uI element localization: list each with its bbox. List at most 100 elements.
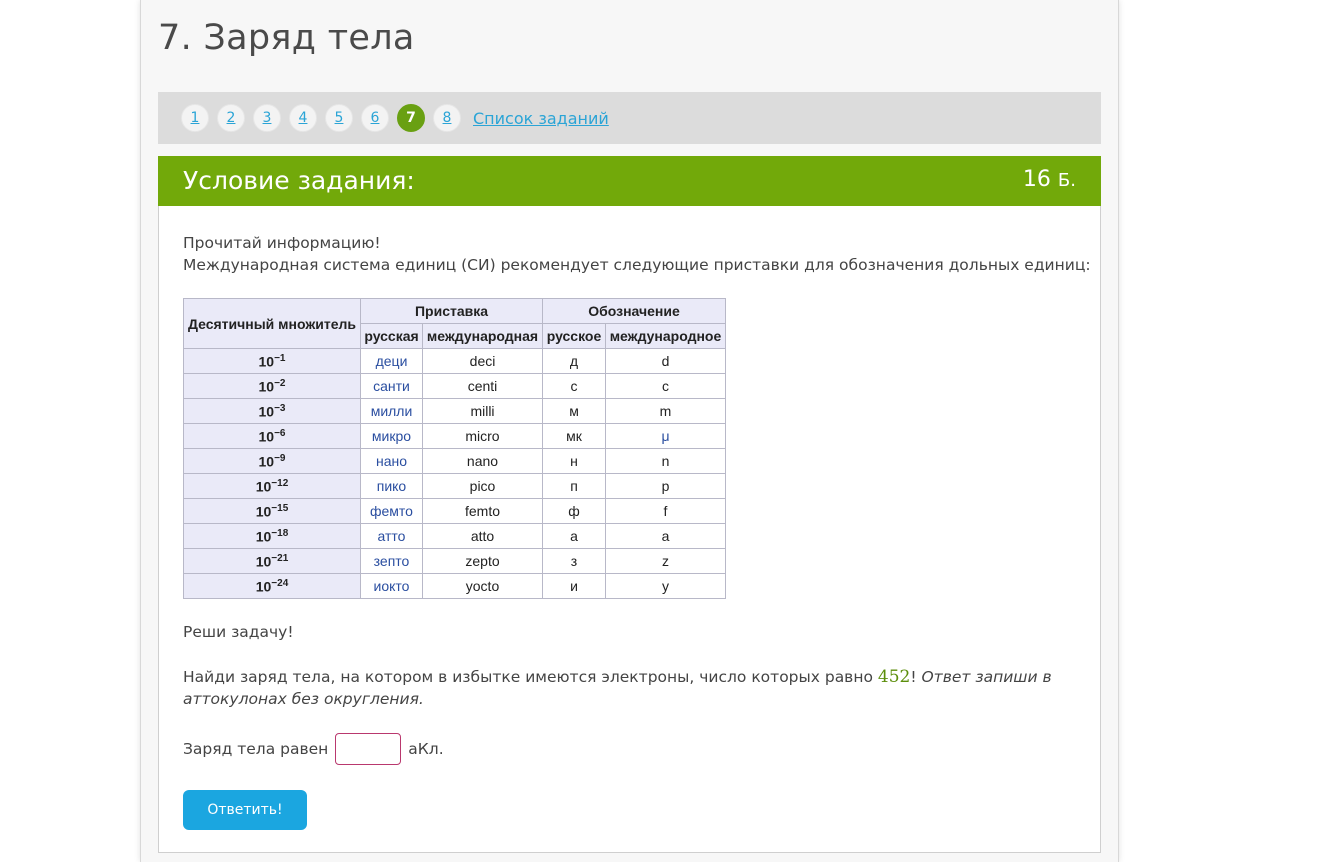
table-row: 10−1 деци deci д d (183, 348, 726, 374)
prefix-ru-cell[interactable]: милли (360, 398, 423, 424)
task-number-list: 1 2 3 4 5 6 7 8 Список заданий (181, 104, 609, 132)
multiplier-base: 10 (255, 528, 272, 545)
multiplier-cell: 10−15 (183, 498, 361, 524)
multiplier-exponent: −1 (274, 352, 286, 364)
prefix-int-cell: yocto (422, 573, 543, 599)
score-value: 16 (1022, 167, 1051, 192)
multiplier-cell: 10−12 (183, 473, 361, 499)
solve-label: Реши задачу! (183, 623, 294, 641)
score-unit: Б. (1057, 170, 1076, 191)
header-prefix: Приставка (360, 298, 543, 324)
symbol-int-cell: y (605, 573, 726, 599)
symbol-ru-cell: м (542, 398, 606, 424)
multiplier-exponent: −21 (271, 552, 289, 564)
multiplier-cell: 10−18 (183, 523, 361, 549)
table-row: 10−2 санти centi с c (183, 373, 726, 399)
prefix-ru-cell[interactable]: санти (360, 373, 423, 399)
prefix-int-cell: centi (422, 373, 543, 399)
table-row: 10−18 атто atto а a (183, 523, 726, 549)
multiplier-exponent: −24 (271, 577, 289, 589)
multiplier-cell: 10−24 (183, 573, 361, 599)
prefix-int-cell: pico (422, 473, 543, 499)
nav-task-8[interactable]: 8 (433, 104, 461, 132)
multiplier-base: 10 (255, 578, 272, 595)
multiplier-base: 10 (258, 403, 275, 420)
table-row: 10−3 милли milli м m (183, 398, 726, 424)
header-symbol: Обозначение (542, 298, 726, 324)
table-row: 10−9 нано nano н n (183, 448, 726, 474)
prefix-int-cell: deci (422, 348, 543, 374)
prefix-table-body: 10−1 деци deci д d 10−2 санти centi с c 10−3 милли m… (183, 348, 726, 599)
prefix-ru-cell[interactable]: пико (360, 473, 423, 499)
nav-task-2[interactable]: 2 (217, 104, 245, 132)
multiplier-exponent: −15 (271, 502, 289, 514)
symbol-int-cell: n (605, 448, 726, 474)
multiplier-base: 10 (255, 553, 272, 570)
header-prefix-ru: русская (360, 323, 423, 349)
prefix-ru-cell[interactable]: деци (360, 348, 423, 374)
symbol-ru-cell: а (542, 523, 606, 549)
task-list-link[interactable]: Список заданий (473, 109, 609, 128)
submit-button[interactable]: Ответить! (183, 790, 307, 830)
nav-task-1[interactable]: 1 (181, 104, 209, 132)
multiplier-base: 10 (258, 378, 275, 395)
task-card: Условие задания: 16 Б. Прочитай информац… (158, 156, 1101, 853)
task-navigation: 1 2 3 4 5 6 7 8 Список заданий (158, 92, 1101, 144)
prefix-ru-cell[interactable]: фемто (360, 498, 423, 524)
symbol-int-cell: p (605, 473, 726, 499)
symbol-ru-cell: н (542, 448, 606, 474)
table-row: 10−6 микро micro мк μ (183, 423, 726, 449)
multiplier-cell: 10−21 (183, 548, 361, 574)
multiplier-exponent: −9 (274, 452, 286, 464)
prefix-int-cell: atto (422, 523, 543, 549)
header-multiplier: Десятичный множитель (183, 298, 361, 349)
multiplier-cell: 10−1 (183, 348, 361, 374)
table-row: 10−12 пико pico п p (183, 473, 726, 499)
multiplier-exponent: −3 (274, 402, 286, 414)
table-row: 10−15 фемто femto ф f (183, 498, 726, 524)
prefix-ru-cell[interactable]: иокто (360, 573, 423, 599)
symbol-int-cell: c (605, 373, 726, 399)
symbol-int-cell[interactable]: μ (605, 423, 726, 449)
multiplier-base: 10 (255, 478, 272, 495)
header-symbol-ru: русское (542, 323, 606, 349)
prefix-table: Десятичный множитель Приставка Обозначен… (183, 298, 726, 599)
task-header-title: Условие задания: (183, 166, 415, 195)
multiplier-base: 10 (258, 428, 275, 445)
prefix-ru-cell[interactable]: зепто (360, 548, 423, 574)
symbol-int-cell: d (605, 348, 726, 374)
multiplier-cell: 10−3 (183, 398, 361, 424)
nav-task-5[interactable]: 5 (325, 104, 353, 132)
header-prefix-int: международная (422, 323, 543, 349)
nav-task-6[interactable]: 6 (361, 104, 389, 132)
task-score: 16 Б. (1023, 167, 1076, 192)
symbol-ru-cell: ф (542, 498, 606, 524)
prefix-int-cell: milli (422, 398, 543, 424)
symbol-ru-cell: з (542, 548, 606, 574)
multiplier-cell: 10−9 (183, 448, 361, 474)
multiplier-base: 10 (258, 353, 275, 370)
page-container: 7. Заряд тела 1 2 3 4 5 6 7 8 Список заданий Усл… (140, 0, 1119, 862)
answer-row: Заряд тела равен аКл. (183, 733, 444, 765)
prefix-int-cell: nano (422, 448, 543, 474)
prefix-ru-cell[interactable]: нано (360, 448, 423, 474)
prefix-ru-cell[interactable]: микро (360, 423, 423, 449)
header-symbol-int: международное (605, 323, 726, 349)
prefix-ru-cell[interactable]: атто (360, 523, 423, 549)
problem-number: 452 (877, 667, 911, 687)
symbol-int-cell: f (605, 498, 726, 524)
nav-task-7[interactable]: 7 (397, 104, 425, 132)
answer-input[interactable] (335, 733, 402, 765)
prefix-int-cell: zepto (422, 548, 543, 574)
symbol-int-cell: a (605, 523, 726, 549)
problem-text-after: ! (910, 668, 922, 686)
problem-text-before: Найди заряд тела, на котором в избытке и… (183, 668, 878, 686)
nav-task-3[interactable]: 3 (253, 104, 281, 132)
symbol-ru-cell: д (542, 348, 606, 374)
task-intro: Прочитай информацию! Международная систе… (183, 232, 1091, 276)
task-header: Условие задания: 16 Б. (158, 156, 1101, 206)
nav-task-4[interactable]: 4 (289, 104, 317, 132)
prefix-int-cell: micro (422, 423, 543, 449)
problem-text: Найди заряд тела, на котором в избытке и… (183, 666, 1063, 710)
multiplier-cell: 10−6 (183, 423, 361, 449)
